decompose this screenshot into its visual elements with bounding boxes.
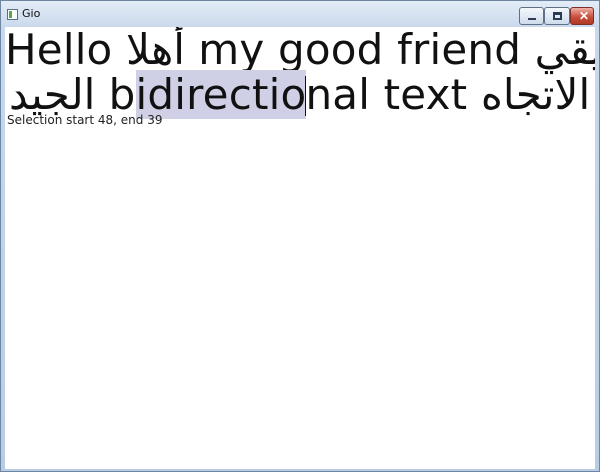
minimize-icon: [528, 18, 536, 20]
text-nal-text: nal text: [305, 70, 468, 119]
window-title: Gio: [22, 7, 41, 20]
close-button[interactable]: ✕: [570, 7, 594, 25]
text-my-good-friend: my good friend: [198, 27, 522, 74]
title-bar[interactable]: Gio ✕: [1, 1, 599, 27]
text-hello: Hello: [5, 27, 113, 74]
maximize-button[interactable]: [544, 7, 570, 25]
minimize-button[interactable]: [519, 7, 544, 25]
text-sadiqi-arabic: صديقي: [534, 27, 595, 74]
text-line-1[interactable]: Hello أهلا my good friend صديقي: [5, 27, 595, 74]
maximize-icon: [553, 12, 562, 20]
text-line-2[interactable]: الجيد bidirectional text نص ثنائي الاتجا…: [9, 70, 595, 119]
app-icon: [7, 9, 18, 20]
close-icon: ✕: [579, 9, 590, 23]
text-bidirectional-arabic: نص ثنائي الاتجاه: [480, 70, 595, 119]
selected-text: idirectio: [135, 70, 307, 119]
app-window: Gio ✕ Hello أهلا my good friend صديقي ال…: [0, 0, 600, 472]
text-ahlan-arabic: أهلا: [126, 27, 185, 74]
selection-status: Selection start 48, end 39: [7, 113, 163, 127]
text-b: b: [108, 70, 136, 119]
editor-canvas[interactable]: Hello أهلا my good friend صديقي الجيد bi…: [5, 27, 595, 469]
text-aljayid-arabic: الجيد: [9, 70, 96, 119]
